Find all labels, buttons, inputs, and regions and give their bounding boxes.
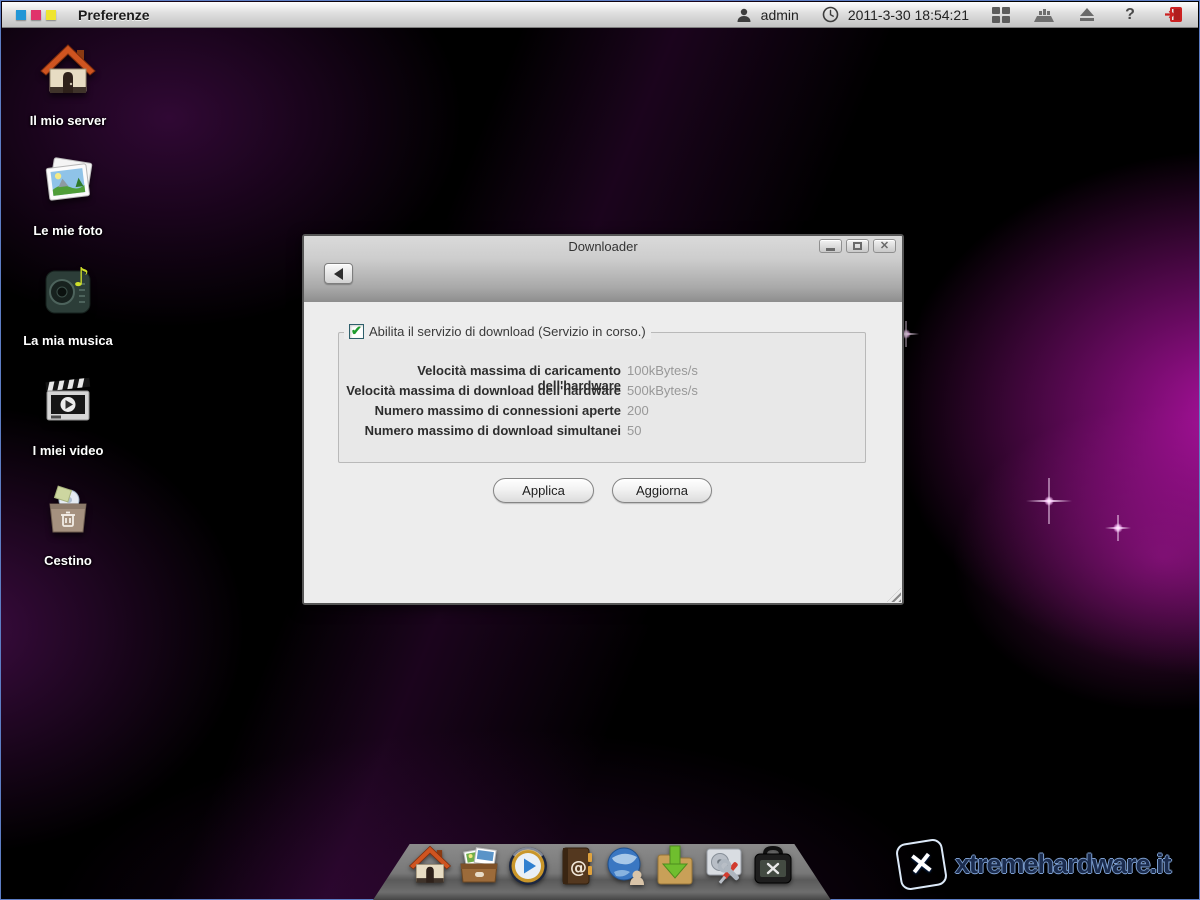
settings-list: Velocità massima di caricamento dell'har…: [339, 333, 865, 443]
dock-download-folder-icon[interactable]: [652, 842, 698, 888]
watermark-text: xtremehardware.it: [955, 849, 1171, 880]
service-legend: ✔ Abilita il servizio di download (Servi…: [344, 324, 651, 339]
desktop-item-my-photos[interactable]: Le mie foto: [9, 147, 127, 257]
datetime-text: 2011-3-30 18:54:21: [848, 7, 969, 23]
help-icon[interactable]: ?: [1119, 5, 1141, 25]
dock-network-globe-icon[interactable]: [603, 842, 649, 888]
clock-icon: [820, 5, 842, 25]
button-row: Applica Aggiorna: [304, 478, 902, 504]
desktop-item-my-videos[interactable]: I miei video: [9, 367, 127, 477]
maximize-icon: [853, 242, 862, 250]
watermark: ✕ xtremehardware.it: [898, 841, 1171, 888]
logo-square-blue: [16, 10, 26, 20]
home-icon: [39, 42, 97, 105]
minimize-button[interactable]: [819, 239, 842, 253]
window-header[interactable]: Downloader ✕: [304, 236, 902, 302]
dock-photo-box-icon[interactable]: [456, 842, 502, 888]
xtremehardware-logo-icon: ✕: [895, 838, 949, 892]
window-body: ✔ Abilita il servizio di download (Servi…: [304, 302, 902, 603]
music-icon: ♪: [39, 262, 97, 325]
setting-value: 200: [627, 403, 649, 418]
setting-value: 100kBytes/s: [627, 363, 698, 378]
maximize-button[interactable]: [846, 239, 869, 253]
setting-value: 500kBytes/s: [627, 383, 698, 398]
downloader-window: Downloader ✕ ✔ Abilita il servizio di do…: [302, 234, 904, 605]
desktop-item-label: I miei video: [33, 443, 104, 458]
apply-button[interactable]: Applica: [493, 478, 594, 503]
back-arrow-icon: [334, 268, 343, 280]
clock-display: 2011-3-30 18:54:21: [820, 5, 969, 25]
logo-square-magenta: [31, 10, 41, 20]
window-controls: ✕: [819, 239, 896, 253]
user-menu[interactable]: admin: [733, 5, 799, 25]
dock-icon[interactable]: [1033, 5, 1055, 25]
menu-title[interactable]: Preferenze: [78, 7, 150, 23]
close-icon: ✕: [880, 241, 889, 252]
close-button[interactable]: ✕: [873, 239, 896, 253]
setting-label: Numero massimo di download simultanei: [339, 423, 621, 438]
desktop-icon-list: Il mio server Le mie foto: [9, 37, 127, 587]
setting-row-max-connections: Numero massimo di connessioni aperte 200: [339, 403, 865, 423]
apps-grid-icon[interactable]: [990, 5, 1012, 25]
desktop: Preferenze admin 2011-3-30 18:54:21: [0, 0, 1200, 900]
desktop-item-label: Il mio server: [30, 113, 107, 128]
resize-handle[interactable]: [887, 588, 901, 602]
desktop-item-label: La mia musica: [23, 333, 113, 348]
dock-toolbox-icon[interactable]: [750, 842, 796, 888]
back-button[interactable]: [324, 263, 353, 284]
desktop-item-my-server[interactable]: Il mio server: [9, 37, 127, 147]
desktop-item-trash[interactable]: Cestino: [9, 477, 127, 587]
dock-disk-tools-icon[interactable]: [701, 842, 747, 888]
enable-service-label: Abilita il servizio di download (Servizi…: [369, 324, 646, 339]
desktop-item-label: Cestino: [44, 553, 92, 568]
top-menu-bar: Preferenze admin 2011-3-30 18:54:21: [2, 2, 1198, 28]
logout-icon[interactable]: [1162, 5, 1184, 25]
setting-row-upload-speed: Velocità massima di caricamento dell'har…: [339, 363, 865, 383]
dock: @: [373, 844, 831, 900]
photos-icon: [39, 152, 97, 215]
desktop-item-label: Le mie foto: [33, 223, 102, 238]
logo-square-yellow: [46, 10, 56, 20]
setting-value: 50: [627, 423, 641, 438]
user-icon: [733, 5, 755, 25]
checkmark-icon: ✔: [351, 324, 362, 337]
download-service-fieldset: ✔ Abilita il servizio di download (Servi…: [338, 332, 866, 463]
refresh-button[interactable]: Aggiorna: [612, 478, 712, 503]
dock-home-icon[interactable]: [407, 842, 453, 888]
user-name: admin: [761, 7, 799, 23]
setting-row-max-downloads: Numero massimo di download simultanei 50: [339, 423, 865, 443]
trash-icon: [39, 482, 97, 545]
video-icon: [39, 372, 97, 435]
minimize-icon: [826, 248, 835, 251]
at-glyph: @: [570, 858, 587, 878]
dock-media-player-icon[interactable]: [505, 842, 551, 888]
setting-label: Velocità massima di download dell'hardwa…: [339, 383, 621, 398]
window-title: Downloader: [304, 239, 902, 254]
eject-icon[interactable]: [1076, 5, 1098, 25]
music-note-glyph: ♪: [73, 263, 90, 293]
enable-service-checkbox[interactable]: ✔: [349, 324, 364, 339]
setting-row-download-speed: Velocità massima di download dell'hardwa…: [339, 383, 865, 403]
setting-label: Numero massimo di connessioni aperte: [339, 403, 621, 418]
dock-address-book-icon[interactable]: @: [554, 842, 600, 888]
desktop-item-my-music[interactable]: ♪ La mia musica: [9, 257, 127, 367]
system-logo[interactable]: [16, 10, 56, 20]
